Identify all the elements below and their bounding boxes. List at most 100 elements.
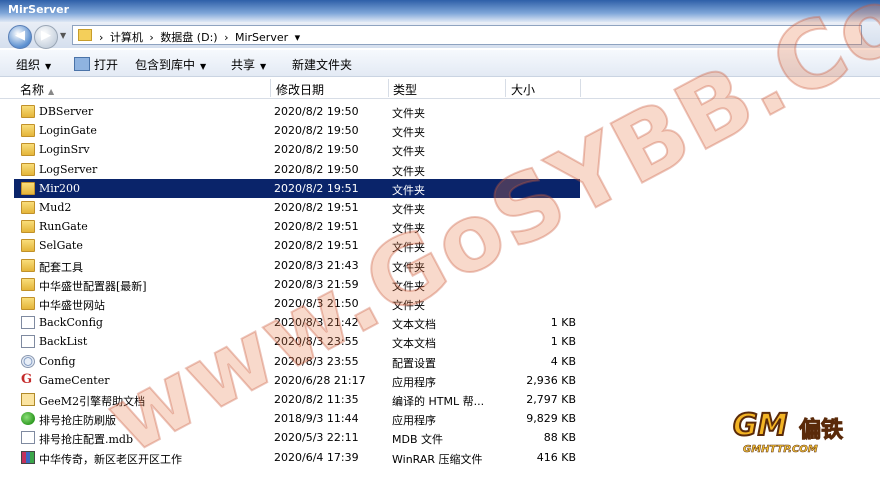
folder-icon — [21, 277, 35, 291]
forward-button[interactable]: ▶ — [34, 25, 58, 49]
logo-url: GMHTTP.COM — [743, 444, 818, 456]
file-row[interactable]: BackList 2020/8/3 23:55 文本文档 1 KB — [0, 332, 880, 351]
file-name: 配套工具 — [39, 260, 83, 274]
file-date: 2020/8/3 23:55 — [274, 335, 359, 349]
share-label: 共享 — [231, 58, 256, 72]
open-button[interactable]: 打开 — [74, 56, 118, 73]
file-row[interactable]: Config 2020/8/3 23:55 配置设置 4 KB — [0, 352, 880, 371]
organize-label: 组织 — [16, 58, 41, 72]
file-type: 配置设置 — [392, 356, 436, 370]
file-row[interactable]: Mud2 2020/8/2 19:51 文件夹 — [0, 198, 880, 217]
file-size: 2,936 KB — [526, 373, 576, 387]
file-row[interactable]: BackConfig 2020/8/3 21:42 文本文档 1 KB — [0, 313, 880, 332]
file-date: 2020/8/2 19:50 — [274, 162, 359, 176]
file-name: GeeM2引擎帮助文档 — [39, 395, 146, 408]
text-document-icon — [21, 335, 35, 349]
address-bar[interactable]: › 计算机 › 数据盘 (D:) › MirServer ▾ — [72, 25, 862, 45]
folder-icon — [21, 105, 35, 118]
new-folder-button[interactable]: 新建文件夹 — [292, 56, 352, 73]
file-size: 1 KB — [550, 335, 576, 349]
file-date: 2020/8/2 19:51 — [274, 239, 359, 253]
file-date: 2020/8/2 19:50 — [274, 124, 359, 138]
file-date: 2020/6/4 17:39 — [274, 450, 359, 464]
file-date: 2020/8/3 21:50 — [274, 297, 359, 310]
file-name: SelGate — [39, 239, 83, 253]
breadcrumb-dropdown[interactable]: ▾ — [295, 31, 301, 44]
address-row: ◀ ▶ ▼ › 计算机 › 数据盘 (D:) › MirServer ▾ — [0, 22, 880, 49]
include-in-library-button[interactable]: 包含到库中 ▼ — [135, 56, 206, 73]
file-row[interactable]: 配套工具 2020/8/3 21:43 文件夹 — [0, 256, 880, 275]
breadcrumb-computer[interactable]: 计算机 — [110, 31, 143, 44]
folder-icon — [78, 29, 92, 41]
column-divider[interactable] — [505, 79, 506, 97]
file-row[interactable]: DBServer 2020/8/2 19:50 文件夹 — [0, 102, 880, 121]
column-header: 名称 ▲ 修改日期 类型 大小 — [0, 79, 880, 99]
file-row[interactable]: GeeM2引擎帮助文档 2020/8/2 11:35 编译的 HTML 帮... 2,… — [0, 390, 880, 409]
file-date: 2020/6/28 21:17 — [274, 373, 366, 387]
command-bar: 组织 ▼ 打开 包含到库中 ▼ 共享 ▼ 新建文件夹 — [0, 50, 880, 77]
column-divider[interactable] — [580, 79, 581, 97]
file-date: 2020/8/2 19:51 — [274, 201, 359, 214]
breadcrumb-drive[interactable]: 数据盘 (D:) — [160, 31, 217, 44]
file-name: BackList — [39, 335, 88, 349]
config-icon — [21, 354, 35, 368]
file-type: 文件夹 — [392, 279, 425, 293]
organize-button[interactable]: 组织 ▼ — [16, 56, 51, 73]
file-row[interactable]: G GameCenter 2020/6/28 21:17 应用程序 2,936 KB — [0, 371, 880, 390]
file-row[interactable]: LoginGate 2020/8/2 19:50 文件夹 — [0, 121, 880, 140]
file-row[interactable]: Mir200 2020/8/2 19:51 文件夹 — [0, 178, 880, 198]
file-type: 文件夹 — [392, 222, 425, 236]
file-date: 2018/9/3 11:44 — [274, 412, 359, 426]
file-row[interactable]: 中华盛世配置器[最新] 2020/8/3 21:59 文件夹 — [0, 275, 880, 294]
breadcrumb-separator[interactable]: › — [224, 31, 228, 44]
file-row[interactable]: 中华盛世网站 2020/8/3 21:50 文件夹 — [0, 294, 880, 313]
breadcrumb-separator[interactable]: › — [99, 31, 103, 44]
file-name: 排号抢庄防刷版 — [39, 414, 116, 428]
back-button[interactable]: ◀ — [8, 25, 32, 49]
file-type: 文件夹 — [392, 107, 425, 120]
share-button[interactable]: 共享 ▼ — [231, 56, 266, 73]
breadcrumb-mirserver[interactable]: MirServer — [235, 31, 288, 44]
file-date: 2020/8/3 21:59 — [274, 277, 359, 291]
file-size: 4 KB — [550, 354, 576, 368]
file-name: GameCenter — [39, 373, 110, 387]
file-type: WinRAR 压缩文件 — [392, 452, 483, 466]
column-type[interactable]: 类型 — [393, 81, 417, 98]
file-row[interactable]: LoginSrv 2020/8/2 19:50 文件夹 — [0, 140, 880, 159]
file-name: Mir200 — [39, 181, 81, 195]
column-divider[interactable] — [388, 79, 389, 97]
file-size: 416 KB — [536, 450, 576, 464]
column-name[interactable]: 名称 ▲ — [20, 81, 54, 98]
folder-icon — [21, 258, 35, 272]
mdb-file-icon — [21, 431, 35, 445]
file-name: Mud2 — [39, 201, 72, 214]
file-row[interactable]: RunGate 2020/8/2 19:51 文件夹 — [0, 217, 880, 236]
include-in-library-label: 包含到库中 — [135, 58, 196, 72]
file-type: 编译的 HTML 帮... — [392, 395, 485, 408]
file-type: 文件夹 — [392, 203, 425, 216]
chevron-down-icon: ▼ — [45, 62, 52, 71]
window-title: MirServer — [8, 3, 70, 16]
file-date: 2020/8/3 23:55 — [274, 354, 359, 368]
column-size[interactable]: 大小 — [511, 81, 535, 98]
forward-arrow-icon: ▶ — [41, 28, 51, 43]
column-date[interactable]: 修改日期 — [276, 81, 324, 98]
back-arrow-icon: ◀ — [15, 28, 25, 43]
file-row[interactable]: SelGate 2020/8/2 19:51 文件夹 — [0, 236, 880, 255]
recent-pages-dropdown-icon[interactable]: ▼ — [60, 31, 66, 40]
chevron-down-icon: ▼ — [200, 62, 207, 71]
file-date: 2020/8/2 11:35 — [274, 393, 359, 406]
logo-cn: 偏铁 — [798, 418, 844, 444]
folder-icon — [21, 239, 35, 253]
file-size: 9,829 KB — [526, 412, 576, 426]
column-divider[interactable] — [270, 79, 271, 97]
file-row[interactable]: LogServer 2020/8/2 19:50 文件夹 — [0, 160, 880, 179]
file-date: 2020/5/3 22:11 — [274, 431, 359, 445]
file-date: 2020/8/2 19:50 — [274, 105, 359, 118]
apple-app-icon — [21, 412, 35, 426]
folder-icon — [21, 297, 35, 310]
breadcrumb-separator[interactable]: › — [149, 31, 153, 44]
logo-brand: GM — [732, 407, 789, 444]
file-name: 中华盛世配置器[最新] — [39, 279, 147, 293]
file-type: 文件夹 — [392, 260, 425, 274]
